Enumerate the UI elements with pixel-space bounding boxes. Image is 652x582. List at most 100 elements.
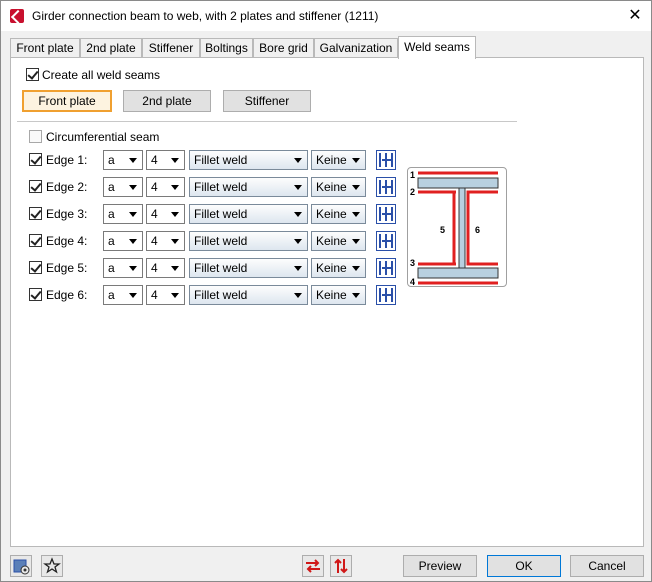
edge-6-checkbox[interactable] <box>29 288 42 301</box>
edge-1-finish-select[interactable]: Keine <box>311 150 366 170</box>
edge-6-weld-select[interactable]: Fillet weld <box>189 285 308 305</box>
edge-4-type-value: a <box>108 234 115 248</box>
edge-1-type-value: a <box>108 153 115 167</box>
chevron-down-icon <box>294 212 302 217</box>
edge-6-weld-symbol-button[interactable] <box>376 285 396 305</box>
web <box>458 187 466 269</box>
tab-bore-grid[interactable]: Bore grid <box>253 38 314 58</box>
edge-1-finish-value: Keine <box>316 153 347 167</box>
edge-5-size-select[interactable]: 4 <box>146 258 185 278</box>
edge-4-finish-select[interactable]: Keine <box>311 231 366 251</box>
edge-2-finish-select[interactable]: Keine <box>311 177 366 197</box>
edge-1-checkbox[interactable] <box>29 153 42 166</box>
edge-6-size-select[interactable]: 4 <box>146 285 185 305</box>
preview-button[interactable]: Preview <box>403 555 477 577</box>
circumferential-seam-checkbox[interactable] <box>29 130 42 143</box>
edge-3-type-select[interactable]: a <box>103 204 143 224</box>
edge-1-label: Edge 1: <box>46 153 88 167</box>
tab-galvanization[interactable]: Galvanization <box>314 38 398 58</box>
edge-4-label: Edge 4: <box>46 234 88 248</box>
edge-4-size-select[interactable]: 4 <box>146 231 185 251</box>
settings-profile-button[interactable] <box>10 555 32 577</box>
chevron-down-icon <box>171 239 179 244</box>
edge-1-weld-symbol-button[interactable] <box>376 150 396 170</box>
chevron-down-icon <box>294 185 302 190</box>
edge-1-size-select[interactable]: 4 <box>146 150 185 170</box>
swap-vertical-button[interactable] <box>330 555 352 577</box>
star-icon <box>43 557 61 574</box>
tab-stiffener[interactable]: Stiffener <box>142 38 200 58</box>
edge-5-finish-select[interactable]: Keine <box>311 258 366 278</box>
edge-5-type-value: a <box>108 261 115 275</box>
circumferential-seam-label: Circumferential seam <box>46 130 160 144</box>
create-all-weld-seams-label: Create all weld seams <box>42 68 161 82</box>
edge-3-finish-select[interactable]: Keine <box>311 204 366 224</box>
edge-1-weld-value: Fillet weld <box>194 153 248 167</box>
edge-4-weld-symbol-button[interactable] <box>376 231 396 251</box>
edge-4-type-select[interactable]: a <box>103 231 143 251</box>
edge-5-weld-symbol-button[interactable] <box>376 258 396 278</box>
swap-horizontal-icon <box>306 559 320 573</box>
edge-2-weld-symbol-button[interactable] <box>376 177 396 197</box>
edge-2-size-value: 4 <box>151 180 158 194</box>
tab-front-plate[interactable]: Front plate <box>10 38 80 58</box>
close-button[interactable]: ✕ <box>619 1 651 31</box>
front-plate-button[interactable]: Front plate <box>22 90 112 112</box>
favorite-button[interactable] <box>41 555 63 577</box>
edge-5-checkbox[interactable] <box>29 261 42 274</box>
tab-boltings[interactable]: Boltings <box>200 38 253 58</box>
create-all-weld-seams-checkbox[interactable] <box>26 68 39 81</box>
edge-3-type-value: a <box>108 207 115 221</box>
edge-6-finish-select[interactable]: Keine <box>311 285 366 305</box>
edge-2-weld-select[interactable]: Fillet weld <box>189 177 308 197</box>
ok-button[interactable]: OK <box>487 555 561 577</box>
swap-vertical-icon <box>334 558 348 574</box>
2nd-plate-button[interactable]: 2nd plate <box>123 90 211 112</box>
chevron-down-icon <box>171 293 179 298</box>
edge-5-weld-select[interactable]: Fillet weld <box>189 258 308 278</box>
edge-5-type-select[interactable]: a <box>103 258 143 278</box>
window-title: Girder connection beam to web, with 2 pl… <box>32 9 379 23</box>
diagram-label-3: 3 <box>410 258 415 268</box>
weld-edge-6 <box>466 190 498 266</box>
edge-5-finish-value: Keine <box>316 261 347 275</box>
chevron-down-icon <box>352 266 360 271</box>
edge-4-checkbox[interactable] <box>29 234 42 247</box>
edge-1-type-select[interactable]: a <box>103 150 143 170</box>
edge-3-checkbox[interactable] <box>29 207 42 220</box>
edge-4-weld-select[interactable]: Fillet weld <box>189 231 308 251</box>
edge-3-size-select[interactable]: 4 <box>146 204 185 224</box>
chevron-down-icon <box>294 239 302 244</box>
swap-horizontal-button[interactable] <box>302 555 324 577</box>
chevron-down-icon <box>129 293 137 298</box>
edge-4-size-value: 4 <box>151 234 158 248</box>
edge-1-weld-select[interactable]: Fillet weld <box>189 150 308 170</box>
diagram-label-5: 5 <box>440 225 445 235</box>
edge-3-label: Edge 3: <box>46 207 88 221</box>
tab-2nd-plate[interactable]: 2nd plate <box>80 38 142 58</box>
cancel-button[interactable]: Cancel <box>570 555 644 577</box>
edge-2-size-select[interactable]: 4 <box>146 177 185 197</box>
chevron-down-icon <box>129 158 137 163</box>
edge-2-type-select[interactable]: a <box>103 177 143 197</box>
edge-6-label: Edge 6: <box>46 288 88 302</box>
weld-edge-diagram: 1 2 3 4 5 6 <box>407 167 507 287</box>
tab-weld-seams[interactable]: Weld seams <box>398 36 476 59</box>
edge-3-finish-value: Keine <box>316 207 347 221</box>
edge-6-type-select[interactable]: a <box>103 285 143 305</box>
edge-5-label: Edge 5: <box>46 261 88 275</box>
edge-6-size-value: 4 <box>151 288 158 302</box>
profile-settings-icon <box>13 559 30 575</box>
chevron-down-icon <box>352 239 360 244</box>
dialog-window: Girder connection beam to web, with 2 pl… <box>0 0 652 582</box>
chevron-down-icon <box>129 185 137 190</box>
edge-3-weld-symbol-button[interactable] <box>376 204 396 224</box>
edge-3-weld-select[interactable]: Fillet weld <box>189 204 308 224</box>
edge-6-type-value: a <box>108 288 115 302</box>
stiffener-button[interactable]: Stiffener <box>223 90 311 112</box>
edge-2-checkbox[interactable] <box>29 180 42 193</box>
edge-2-finish-value: Keine <box>316 180 347 194</box>
edge-6-finish-value: Keine <box>316 288 347 302</box>
chevron-down-icon <box>352 293 360 298</box>
edge-3-size-value: 4 <box>151 207 158 221</box>
